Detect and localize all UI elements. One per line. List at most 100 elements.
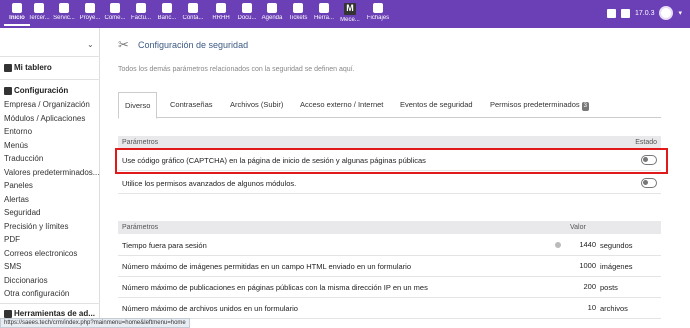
topnav-item-label: Proye... — [79, 15, 101, 21]
highlight-box — [115, 148, 668, 174]
table-row: Número máximo de imágenes permitidas en … — [118, 256, 661, 277]
divider — [0, 303, 100, 304]
sidebar-item[interactable]: Entorno — [4, 127, 32, 136]
param-label: Tiempo fuera para sesión — [122, 241, 207, 250]
home-icon — [12, 3, 22, 13]
topnav-item-label: Fichajes — [366, 15, 390, 21]
tools-icon — [4, 86, 12, 95]
topnav-item[interactable]: Factu... — [128, 2, 154, 26]
bank-icon — [162, 3, 172, 13]
cube-icon — [59, 3, 69, 13]
sidebar: ⌄ Mi tablero Configuración Empresa / Org… — [0, 28, 100, 328]
sidebar-item[interactable]: Seguridad — [4, 208, 40, 217]
divider — [0, 79, 100, 80]
tab[interactable]: Permisos predeterminados 3 — [484, 92, 595, 118]
print-icon[interactable] — [607, 8, 617, 18]
info-icon[interactable] — [555, 242, 561, 248]
topnav-item[interactable]: Herra... — [311, 2, 337, 26]
unit-label: segundos — [600, 241, 633, 250]
topnav-item[interactable]: Servic... — [51, 2, 77, 26]
sidebar-item[interactable]: Módulos / Aplicaciones — [4, 114, 85, 123]
topnav-item-label: RRHH — [212, 15, 230, 21]
sidebar-item-label: Mi tablero — [14, 63, 52, 72]
main-content: ✂ Configuración de seguridad Todos los d… — [101, 28, 690, 328]
topnav-item[interactable]: Docu... — [234, 2, 260, 26]
calculator-icon — [188, 3, 198, 13]
status-bar-url: https://saees.tech/crm/index.php?mainmen… — [0, 318, 190, 328]
sidebar-item[interactable]: PDF — [4, 235, 20, 244]
sidebar-item[interactable]: Otra configuración — [4, 289, 69, 298]
sidebar-item[interactable]: Alertas — [4, 195, 29, 204]
param-label: Número máximo de imágenes permitidas en … — [122, 262, 412, 271]
topnav-item[interactable]: Agenda — [259, 2, 285, 26]
sidebar-item-label: Herramientas de ad... — [14, 309, 95, 318]
tab[interactable]: Contraseñas — [164, 92, 219, 118]
top-navbar: Inicio Tercer... Servic... Proye... Come... F… — [0, 0, 690, 28]
top-right-tools: 17.0.3 ▾ — [607, 6, 682, 20]
chevron-down-icon[interactable]: ⌄ — [87, 40, 94, 49]
user-avatar[interactable] — [659, 6, 674, 20]
sidebar-item[interactable]: Valores predeterminados... — [4, 168, 99, 177]
topnav-item-label: Tickets — [288, 15, 308, 21]
column-header-parametros: Parámetros — [122, 139, 159, 146]
sidebar-item[interactable]: SMS — [4, 262, 21, 271]
users-icon — [216, 3, 226, 13]
topnav-item[interactable]: Come... — [102, 2, 128, 26]
column-header-parametros: Parámetros — [122, 224, 159, 231]
sidebar-configuracion[interactable]: Configuración — [4, 86, 68, 95]
sidebar-item[interactable]: Diccionarios — [4, 276, 48, 285]
tab-label: Contraseñas — [170, 100, 213, 109]
topnav-item[interactable]: Tickets — [285, 2, 311, 26]
sidebar-mi-tablero[interactable]: Mi tablero — [4, 63, 52, 72]
topnav-item-label: Tercer... — [28, 15, 50, 21]
tab-label: Archivos (Subir) — [230, 100, 284, 109]
clock-icon — [373, 3, 383, 13]
tab[interactable]: Eventos de seguridad — [394, 92, 479, 118]
topnav-item[interactable]: Fichajes — [365, 2, 391, 26]
table-row: Tiempo fuera para sesión 1440 segundos — [118, 235, 661, 256]
value-input[interactable]: 10 — [566, 302, 596, 314]
chevron-down-icon[interactable]: ▾ — [678, 9, 682, 17]
topnav-item-label: Factu... — [130, 15, 151, 21]
ticket-icon — [293, 3, 303, 13]
advanced-permissions-label: Utilice los permisos avanzados de alguno… — [122, 179, 297, 188]
tab-bar: Diverso Contraseñas Archivos (Subir) Acceso… — [118, 92, 661, 119]
table-row: Utilice los permisos avanzados de alguno… — [118, 173, 661, 194]
tab-label: Diverso — [125, 101, 151, 110]
table-row: Número máximo de archivos unidos en un f… — [118, 298, 661, 319]
topnav-item-label: Mece... — [340, 17, 360, 23]
calendar-icon — [267, 3, 277, 13]
sidebar-item[interactable]: Precisión y límites — [4, 222, 68, 231]
topnav-item[interactable]: Tercer... — [26, 2, 52, 26]
value-input[interactable]: 1440 — [566, 239, 596, 251]
topnav-item-label: Agenda — [261, 15, 283, 21]
value-input[interactable]: 1000 — [566, 260, 596, 272]
topnav-item[interactable]: RRHH — [208, 2, 234, 26]
param-label: Número máximo de archivos unidos en un f… — [122, 304, 298, 313]
tab[interactable]: Acceso externo / Internet — [294, 92, 389, 118]
tab[interactable]: Diverso — [118, 92, 158, 119]
topnav-item[interactable]: Conta... — [180, 2, 206, 26]
advanced-permissions-toggle[interactable] — [641, 178, 657, 188]
tab[interactable]: Archivos (Subir) — [224, 92, 289, 118]
sidebar-herramientas[interactable]: Herramientas de ad... — [4, 309, 95, 318]
topnav-item[interactable]: Proye... — [77, 2, 103, 26]
sidebar-item[interactable]: Empresa / Organización — [4, 100, 90, 109]
topnav-item[interactable]: M Mece... — [337, 2, 363, 26]
toolbox-icon — [4, 309, 12, 318]
sitemap-icon — [85, 3, 95, 13]
topnav-item-label: Conta... — [182, 15, 204, 21]
bill-icon — [136, 3, 146, 13]
topnav-item[interactable]: Banc... — [154, 2, 180, 26]
topnav-item-label: Docu... — [237, 15, 257, 21]
table-row: Número máximo de publicaciones en página… — [118, 277, 661, 298]
tab-label: Eventos de seguridad — [400, 100, 473, 109]
sidebar-item[interactable]: Correos electronicos — [4, 249, 77, 258]
sidebar-item[interactable]: Traducción — [4, 154, 43, 163]
count-badge: 3 — [581, 102, 589, 111]
tab-label: Acceso externo / Internet — [300, 100, 384, 109]
briefcase-icon[interactable] — [621, 8, 631, 18]
sidebar-item[interactable]: Paneles — [4, 181, 33, 190]
value-input[interactable]: 200 — [566, 281, 596, 293]
sidebar-item[interactable]: Menús — [4, 141, 28, 150]
